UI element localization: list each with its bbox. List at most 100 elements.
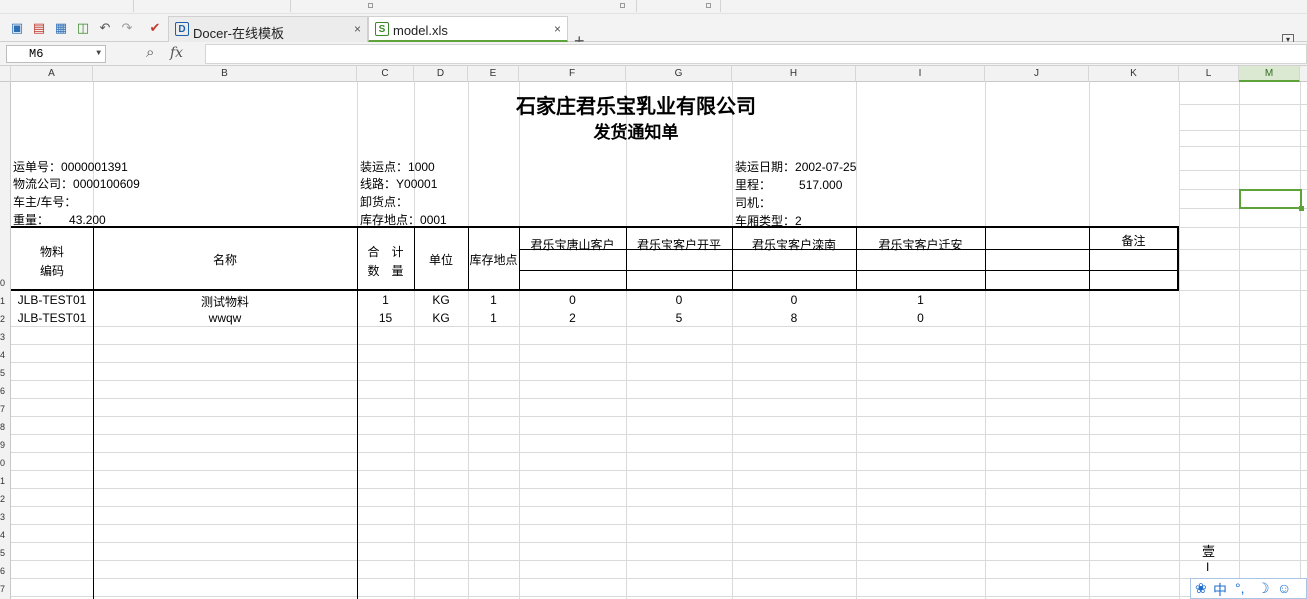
table-cell[interactable]: 1 xyxy=(357,293,414,307)
close-icon[interactable]: × xyxy=(354,22,361,36)
spreadsheet-icon: S xyxy=(375,22,389,36)
face-icon[interactable]: ☺ xyxy=(1277,580,1291,596)
row-number[interactable]: 1 xyxy=(0,476,10,486)
select-all-corner[interactable] xyxy=(0,66,11,82)
table-cell[interactable]: 测试物料 xyxy=(93,293,357,310)
row-number[interactable]: 3 xyxy=(0,332,10,342)
row-number[interactable]: 2 xyxy=(0,314,10,324)
save-icon[interactable]: ▣ xyxy=(9,20,25,36)
row-number[interactable]: 3 xyxy=(0,512,10,522)
table-cell[interactable]: 0 xyxy=(519,293,626,307)
tab-model-xls[interactable]: S model.xls × xyxy=(368,16,568,42)
table-cell[interactable]: KG xyxy=(414,293,468,307)
formula-input[interactable] xyxy=(205,44,1307,64)
table-cell[interactable]: 2 xyxy=(519,311,626,325)
row-number[interactable]: 6 xyxy=(0,566,10,576)
row-number[interactable]: 2 xyxy=(0,494,10,504)
row-header-bar: 0 1 2 3 4 5 6 7 8 9 0 1 2 3 4 5 6 7 xyxy=(0,82,11,599)
name-box[interactable]: M6 ▼ xyxy=(6,45,106,63)
row-number[interactable]: 4 xyxy=(0,350,10,360)
info-label: 司机： xyxy=(735,196,772,210)
fill-handle[interactable] xyxy=(1299,206,1304,211)
row-number[interactable]: 6 xyxy=(0,386,10,396)
column-header-selected[interactable]: M xyxy=(1239,66,1300,82)
column-header[interactable]: C xyxy=(357,66,414,82)
row-number[interactable]: 7 xyxy=(0,584,10,594)
row-number[interactable]: 0 xyxy=(0,458,10,468)
close-icon[interactable]: × xyxy=(554,22,561,36)
logistics-company: 物流公司：0000100609 xyxy=(13,175,140,192)
undo-icon[interactable]: ↶ xyxy=(97,20,113,36)
table-cell[interactable]: 8 xyxy=(732,311,856,325)
function-icon[interactable]: fx xyxy=(170,45,183,61)
selected-cell[interactable] xyxy=(1239,189,1304,211)
customize-toolbar-icon[interactable]: ✔ xyxy=(147,20,163,36)
info-label: 物流公司： xyxy=(13,177,74,191)
print-preview-icon[interactable]: ◫ xyxy=(75,20,91,36)
paw-icon[interactable]: ❀ xyxy=(1195,580,1207,597)
row-number[interactable]: 5 xyxy=(0,548,10,558)
table-cell[interactable]: 1 xyxy=(468,311,519,325)
print-icon[interactable]: ▦ xyxy=(53,20,69,36)
column-header[interactable]: I xyxy=(856,66,985,82)
column-header[interactable]: H xyxy=(732,66,856,82)
table-cell[interactable]: JLB-TEST01 xyxy=(11,311,93,325)
redo-icon[interactable]: ↷ xyxy=(119,20,135,36)
column-header[interactable]: K xyxy=(1089,66,1179,82)
grid-line xyxy=(11,578,1307,579)
header-customer: 君乐宝客户滦南 xyxy=(751,238,836,252)
row-number[interactable]: 8 xyxy=(0,422,10,432)
column-header[interactable]: J xyxy=(985,66,1089,82)
table-cell[interactable]: KG xyxy=(414,311,468,325)
row-number[interactable]: 5 xyxy=(0,368,10,378)
info-label: 车主/车号： xyxy=(13,195,77,209)
strip-divider xyxy=(133,0,134,12)
column-header[interactable]: G xyxy=(626,66,732,82)
grid-line xyxy=(1300,82,1301,599)
route: 线路：Y00001 xyxy=(360,175,437,192)
table-cell[interactable]: JLB-TEST01 xyxy=(11,293,93,307)
column-header[interactable]: A xyxy=(11,66,93,82)
table-cell[interactable]: 0 xyxy=(856,311,985,325)
export-pdf-icon[interactable]: ▤ xyxy=(31,20,47,36)
restore-icon[interactable] xyxy=(368,3,373,8)
info-label: 库存地点： xyxy=(360,213,421,227)
ime-toolbar[interactable]: ❀ 中 °, ☽ ☺ xyxy=(1190,578,1307,599)
table-cell[interactable]: 5 xyxy=(626,311,732,325)
row-number[interactable]: 7 xyxy=(0,404,10,414)
table-cell[interactable]: 0 xyxy=(626,293,732,307)
restore-icon[interactable] xyxy=(620,3,625,8)
mileage: 里程： 517.000 xyxy=(735,176,842,193)
moon-icon[interactable]: ☽ xyxy=(1257,580,1270,597)
column-header[interactable]: F xyxy=(519,66,626,82)
column-header[interactable]: E xyxy=(468,66,519,82)
restore-icon[interactable] xyxy=(706,3,711,8)
header-total-quantity: 数 量 xyxy=(367,264,404,278)
tab-label: model.xls xyxy=(393,23,448,38)
row-number[interactable]: 1 xyxy=(0,296,10,306)
row-number[interactable]: 0 xyxy=(0,278,10,288)
info-value: Y00001 xyxy=(396,177,438,191)
grid-line xyxy=(11,524,1307,525)
row-number[interactable]: 4 xyxy=(0,530,10,540)
ime-language[interactable]: 中 xyxy=(1213,580,1227,599)
tab-docer[interactable]: D Docer-在线模板 × xyxy=(168,16,368,42)
table-cell[interactable]: 15 xyxy=(357,311,414,325)
grid-line xyxy=(626,82,627,599)
chevron-down-icon[interactable]: ▼ xyxy=(96,46,101,62)
header-storage: 库存地点 xyxy=(469,253,518,267)
table-cell[interactable]: 1 xyxy=(468,293,519,307)
column-header[interactable]: B xyxy=(93,66,357,82)
column-header[interactable]: D xyxy=(414,66,468,82)
ime-punctuation[interactable]: °, xyxy=(1235,580,1245,596)
grid-line xyxy=(1179,290,1307,291)
row-number[interactable]: 9 xyxy=(0,440,10,450)
column-header[interactable]: L xyxy=(1179,66,1239,82)
header-remark: 备注 xyxy=(1121,234,1146,248)
table-cell[interactable]: wwqw xyxy=(93,311,357,325)
table-cell[interactable]: 0 xyxy=(732,293,856,307)
search-icon[interactable]: ⌕ xyxy=(146,44,154,61)
cell-grid[interactable] xyxy=(11,82,1307,599)
table-cell[interactable]: 1 xyxy=(856,293,985,307)
header-customer: 君乐宝客户迁安 xyxy=(878,238,963,252)
